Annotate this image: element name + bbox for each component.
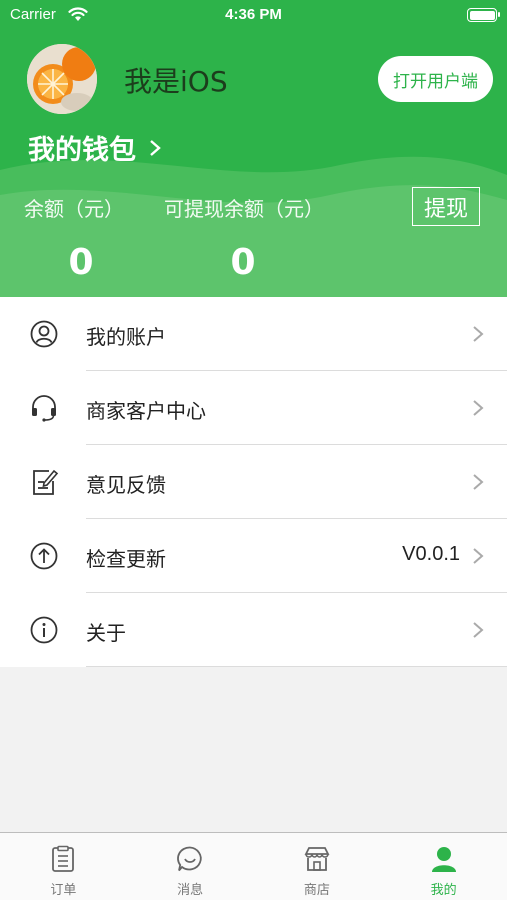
profile-icon: [431, 847, 456, 872]
balance-value: 0: [68, 242, 94, 283]
chevron-right-icon: [150, 139, 161, 156]
username: 我是iOS: [124, 65, 228, 98]
menu-item-my-account[interactable]: 我的账户: [0, 297, 507, 371]
status-time: 4:36 PM: [225, 6, 282, 23]
open-user-app-button[interactable]: 打开用户端: [378, 56, 493, 102]
tab-store[interactable]: 商店: [254, 833, 381, 900]
tab-label: 商店: [303, 883, 330, 898]
chevron-right-icon: [473, 326, 484, 342]
menu-item-check-update[interactable]: 检查更新 V0.0.1: [0, 519, 507, 593]
wallet-link-label: 我的钱包: [28, 135, 136, 166]
withdraw-button[interactable]: 提现: [412, 187, 480, 226]
account-icon: [30, 320, 58, 348]
menu-item-label: 意见反馈: [86, 473, 166, 497]
message-icon: [177, 846, 202, 872]
menu-item-feedback[interactable]: 意见反馈: [0, 445, 507, 519]
withdrawable-label: 可提现余额（元）: [164, 197, 324, 221]
menu-item-label: 商家客户中心: [86, 399, 206, 423]
chevron-right-icon: [473, 622, 484, 638]
bottom-tab-bar: 订单 消息 商店 我的: [0, 832, 507, 900]
menu-item-label: 检查更新: [86, 547, 166, 571]
update-icon: [30, 542, 58, 570]
tab-label: 消息: [177, 883, 204, 898]
tab-label: 订单: [50, 883, 77, 898]
battery-icon: [467, 8, 500, 22]
store-icon: [304, 847, 330, 871]
balance-label: 余额（元）: [24, 197, 124, 221]
avatar[interactable]: [27, 44, 97, 114]
version-value: V0.0.1: [402, 543, 460, 565]
feedback-icon: [33, 469, 59, 495]
menu-item-merchant-service-center[interactable]: 商家客户中心: [0, 371, 507, 445]
headset-icon: [32, 395, 56, 422]
tab-mine[interactable]: 我的: [380, 833, 507, 900]
settings-menu: 我的账户 商家客户中心 意见反馈 检查更新 V0.0.1 关于: [0, 297, 507, 667]
chevron-right-icon: [473, 400, 484, 416]
my-wallet-link[interactable]: 我的钱包: [28, 128, 162, 167]
chevron-right-icon: [473, 548, 484, 564]
info-icon: [30, 616, 58, 644]
chevron-right-icon: [473, 474, 484, 490]
status-bar: Carrier 4:36 PM: [0, 0, 507, 30]
tab-label: 我的: [430, 883, 457, 898]
menu-item-label: 关于: [86, 621, 126, 645]
menu-item-label: 我的账户: [86, 325, 166, 349]
withdrawable-value: 0: [230, 242, 256, 283]
menu-item-about[interactable]: 关于: [0, 593, 507, 667]
divider: [86, 666, 507, 667]
wallet-header: 我是iOS 打开用户端 我的钱包 余额（元） 可提现余额（元） 提现 0 0: [0, 0, 507, 297]
tab-orders[interactable]: 订单: [0, 833, 127, 900]
order-icon: [52, 845, 75, 872]
avatar-orange-image: [27, 44, 97, 114]
tab-messages[interactable]: 消息: [127, 833, 254, 900]
